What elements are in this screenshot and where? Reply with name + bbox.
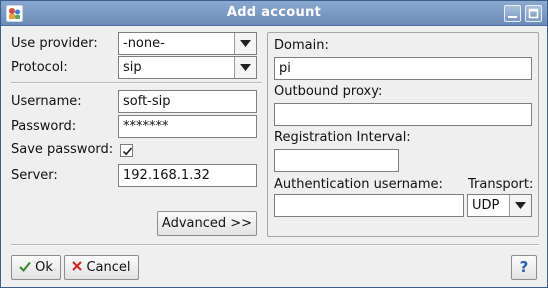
cancel-label: Cancel — [86, 260, 131, 275]
protocol-select[interactable]: sip — [118, 56, 257, 79]
ok-button[interactable]: Ok — [11, 255, 61, 280]
help-button[interactable]: ? — [511, 255, 537, 280]
chevron-down-icon[interactable] — [509, 195, 531, 216]
domain-label: Domain: — [274, 38, 329, 53]
use-provider-label: Use provider: — [11, 36, 98, 51]
password-label: Password: — [11, 119, 77, 134]
chevron-down-icon[interactable] — [234, 33, 256, 54]
auth-username-label: Authentication username: — [274, 177, 443, 192]
divider — [11, 244, 539, 246]
username-input[interactable]: soft-sip — [118, 90, 257, 113]
auth-username-input[interactable] — [274, 194, 464, 217]
close-icon — [72, 261, 83, 271]
username-label: Username: — [11, 94, 82, 109]
server-label: Server: — [11, 168, 58, 183]
registration-interval-input[interactable] — [274, 149, 399, 172]
ok-label: Ok — [35, 260, 53, 275]
save-password-checkbox[interactable] — [120, 144, 133, 157]
save-password-label: Save password: — [11, 142, 114, 157]
protocol-label: Protocol: — [11, 60, 68, 75]
divider — [11, 82, 262, 84]
password-input[interactable]: ******* — [118, 115, 257, 138]
protocol-value: sip — [123, 60, 142, 75]
chevron-down-icon[interactable] — [234, 57, 256, 78]
transport-value: UDP — [472, 198, 500, 213]
domain-input[interactable]: pi — [274, 57, 532, 80]
transport-select[interactable]: UDP — [467, 194, 532, 217]
use-provider-value: -none- — [123, 36, 165, 51]
transport-label: Transport: — [468, 177, 534, 192]
server-input[interactable]: 192.168.1.32 — [118, 164, 257, 187]
minimize-icon[interactable] — [504, 5, 521, 22]
advanced-button[interactable]: Advanced >> — [157, 211, 257, 236]
add-account-window: Add account Use provider: -none- Protoco… — [0, 0, 548, 288]
title-bar[interactable]: Add account — [1, 1, 547, 26]
registration-interval-label: Registration Interval: — [274, 130, 411, 145]
window-title: Add account — [226, 5, 322, 20]
use-provider-select[interactable]: -none- — [118, 32, 257, 55]
check-icon — [19, 261, 31, 272]
cancel-button[interactable]: Cancel — [64, 255, 139, 280]
maximize-icon[interactable] — [525, 5, 542, 22]
outbound-proxy-label: Outbound proxy: — [274, 84, 383, 99]
outbound-proxy-input[interactable] — [274, 103, 532, 126]
